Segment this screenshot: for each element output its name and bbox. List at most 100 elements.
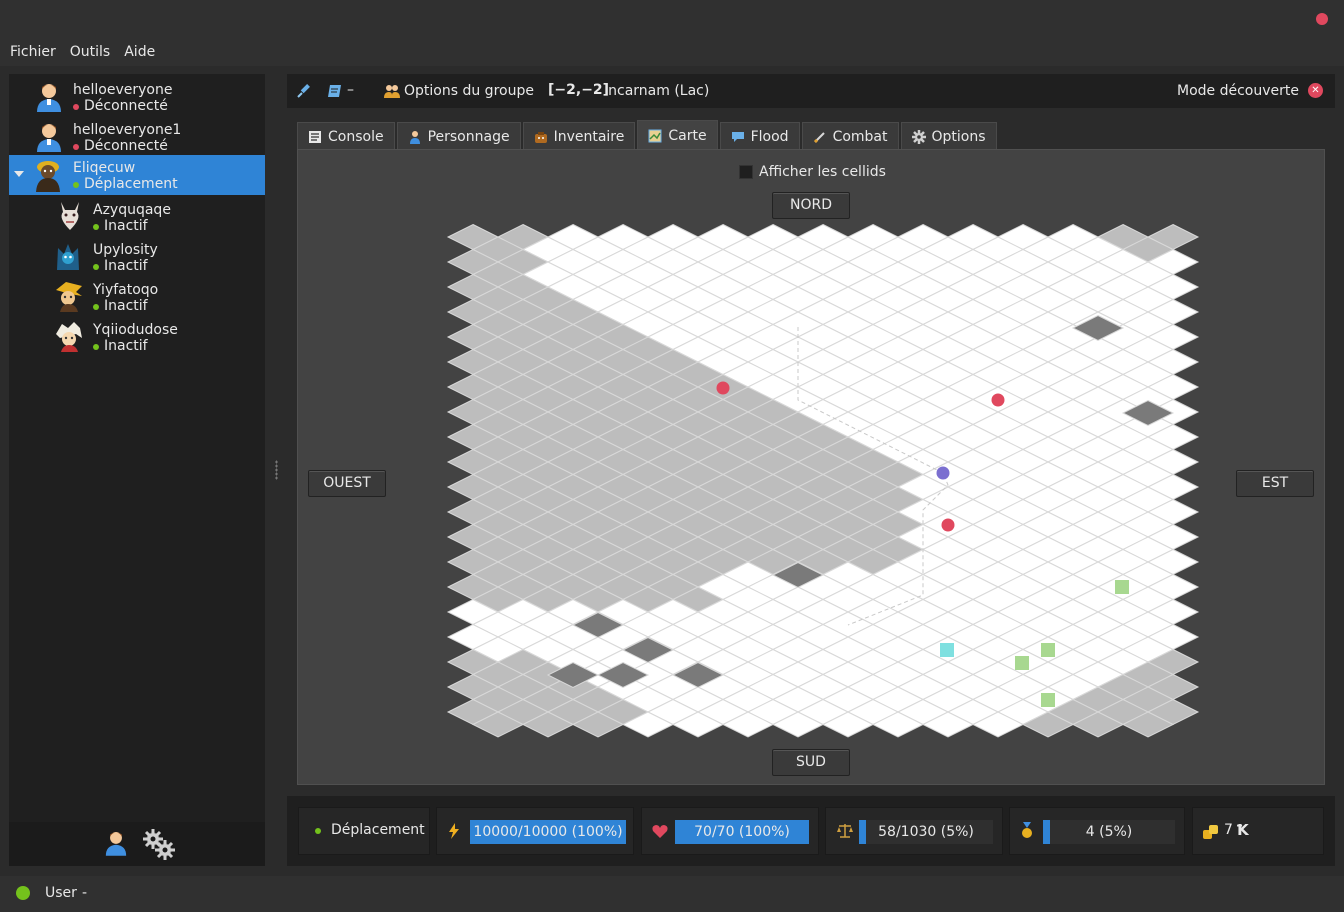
status-bar: Déplacement 10000/10000 (100%) 70/70 (10… — [287, 796, 1335, 866]
tab-label: Combat — [832, 128, 888, 145]
east-button[interactable]: EST — [1236, 470, 1314, 497]
account-item-upylosity[interactable]: Upylosity Inactif — [9, 237, 265, 277]
life-panel: 70/70 (100%) — [641, 807, 819, 855]
lightning-icon — [449, 823, 459, 839]
account-status: Inactif — [93, 298, 148, 314]
tab-label: Options — [931, 128, 986, 145]
menu-outils[interactable]: Outils — [70, 44, 110, 60]
mode-decouverte-label: Mode découverte — [1177, 83, 1299, 99]
account-item-yqiiodudose[interactable]: Yqiiodudose Inactif — [9, 317, 265, 357]
kamas-symbol-icon: Ꝁ — [1237, 821, 1247, 839]
map-panel: Afficher les cellids NORD SUD OUEST EST — [297, 149, 1325, 785]
account-status: Déplacement — [73, 176, 178, 192]
tab-label: Personnage — [427, 128, 510, 145]
bag-icon — [534, 131, 547, 143]
kamas-panel: 7 Ꝁ — [1192, 807, 1324, 855]
north-button[interactable]: NORD — [772, 192, 850, 219]
character-avatar-icon — [61, 202, 79, 230]
account-name: Yiyfatoqo — [93, 282, 159, 298]
character-avatar-icon — [56, 282, 82, 312]
user-status-dot — [16, 886, 30, 900]
main-header: – Options du groupe [−2,−2] Incarnam (La… — [287, 74, 1335, 108]
scroll-icon[interactable] — [327, 83, 343, 99]
weight-bar: 58/1030 (5%) — [859, 820, 993, 844]
character-avatar-icon — [56, 322, 82, 352]
account-name: Yqiiodudose — [93, 322, 178, 338]
syringe-icon[interactable] — [296, 83, 312, 99]
user-avatar-icon — [37, 84, 61, 112]
map-resource — [1115, 580, 1129, 594]
life-value: 70/70 (100%) — [694, 824, 790, 840]
account-list: helloeveryone Déconnecté helloeveryone1 … — [9, 74, 265, 866]
tab-combat[interactable]: Combat — [801, 122, 899, 150]
map-entity — [991, 393, 1005, 407]
tab-label: Inventaire — [553, 128, 625, 145]
close-icon[interactable]: ✕ — [1308, 83, 1323, 98]
character-avatar-icon — [57, 244, 79, 270]
coins-icon — [1203, 825, 1218, 839]
speech-bubble-icon — [731, 131, 744, 142]
map-icon — [648, 129, 662, 142]
account-name: Upylosity — [93, 242, 158, 258]
map-resource — [1041, 693, 1055, 707]
show-cellids-option[interactable]: Afficher les cellids — [739, 164, 886, 180]
add-account-icon[interactable] — [105, 830, 127, 856]
account-name: Azyquqaqe — [93, 202, 171, 218]
map-resource — [1041, 643, 1055, 657]
west-button[interactable]: OUEST — [308, 470, 386, 497]
user-avatar-icon — [37, 124, 61, 152]
energy-panel: 10000/10000 (100%) — [436, 807, 634, 855]
character-icon — [409, 130, 420, 144]
character-avatar-icon — [36, 161, 60, 192]
account-item-azyquqaqe[interactable]: Azyquqaqe Inactif — [9, 197, 265, 237]
tab-console[interactable]: Console — [297, 122, 395, 150]
south-button[interactable]: SUD — [772, 749, 850, 776]
account-name: helloeveryone1 — [73, 122, 182, 138]
gear-icon — [911, 129, 926, 144]
account-list-toolbar — [9, 822, 265, 866]
medal-icon — [1022, 822, 1032, 838]
map-resource — [1015, 656, 1029, 670]
account-name: helloeveryone — [73, 82, 173, 98]
kamas-value: 7 — [1224, 822, 1233, 838]
xp-bar: 4 (5%) — [1043, 820, 1175, 844]
account-item-eliqecuw[interactable]: Eliqecuw Déplacement — [9, 155, 265, 195]
account-item-yiyfatoqo[interactable]: Yiyfatoqo Inactif — [9, 277, 265, 317]
splitter-handle[interactable] — [275, 460, 278, 480]
life-bar: 70/70 (100%) — [675, 820, 809, 844]
map-resource — [940, 643, 954, 657]
gears-icon[interactable] — [141, 828, 175, 860]
map-location: Incarnam (Lac) — [604, 83, 710, 99]
show-cellids-label: Afficher les cellids — [759, 164, 886, 180]
main-panel: – Options du groupe [−2,−2] Incarnam (La… — [287, 74, 1335, 866]
weight-value: 58/1030 (5%) — [878, 824, 974, 840]
user-dash: - — [82, 885, 88, 901]
chevron-down-icon[interactable] — [14, 171, 24, 177]
tab-options[interactable]: Options — [900, 122, 997, 150]
menu-aide[interactable]: Aide — [124, 44, 155, 60]
tab-personnage[interactable]: Personnage — [396, 122, 521, 150]
menu-bar: Fichier Outils Aide — [0, 38, 1344, 66]
account-status: Déconnecté — [73, 98, 168, 114]
user-label: User — [45, 885, 77, 901]
map-coordinates: [−2,−2] — [548, 82, 610, 98]
energy-bar: 10000/10000 (100%) — [470, 820, 626, 844]
map-grid[interactable] — [298, 150, 1326, 786]
tab-flood[interactable]: Flood — [719, 122, 800, 150]
map-entity — [941, 518, 955, 532]
account-status: Inactif — [93, 218, 148, 234]
tab-bar: Console Personnage Inventaire Carte Floo… — [297, 120, 999, 150]
account-item-helloeveryone[interactable]: helloeveryone Déconnecté — [9, 77, 265, 117]
account-status: Inactif — [93, 338, 148, 354]
scale-icon — [837, 824, 853, 838]
menu-fichier[interactable]: Fichier — [10, 44, 56, 60]
account-item-helloeveryone1[interactable]: helloeveryone1 Déconnecté — [9, 117, 265, 157]
map-entity — [936, 466, 950, 480]
account-name: Eliqecuw — [73, 160, 136, 176]
weight-panel: 58/1030 (5%) — [825, 807, 1003, 855]
tab-inventaire[interactable]: Inventaire — [522, 122, 636, 150]
window-close-button[interactable] — [1316, 13, 1328, 25]
tab-carte[interactable]: Carte — [637, 120, 718, 150]
show-cellids-checkbox[interactable] — [739, 165, 753, 179]
group-options-button[interactable]: Options du groupe — [404, 83, 534, 99]
